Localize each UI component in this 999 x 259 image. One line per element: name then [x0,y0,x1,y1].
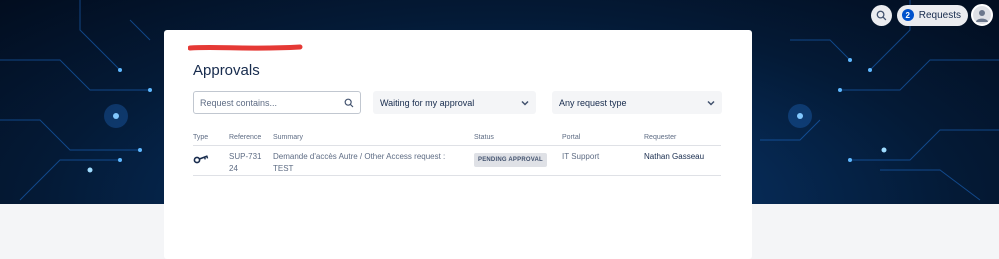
row-portal: IT Support [562,145,644,176]
page-title: Approvals [193,62,260,79]
approvals-panel: Approvals Request contains... Waiting fo… [164,30,752,259]
search-icon [344,98,354,107]
column-header-summary[interactable]: Summary [273,130,474,146]
search-icon [876,10,887,20]
approval-status-select[interactable]: Waiting for my approval [373,91,536,114]
chevron-down-icon [521,100,529,106]
table-row[interactable]: SUP-73124 Demande d'accès Autre / Other … [193,145,721,176]
row-summary[interactable]: Demande d'accès Autre / Other Access req… [273,145,474,176]
row-requester: Nathan Gasseau [644,145,721,176]
approvals-table: Type Reference Summary Status Portal Req… [193,130,721,176]
column-header-requester[interactable]: Requester [644,130,721,146]
column-header-reference[interactable]: Reference [229,130,273,146]
request-type-select[interactable]: Any request type [552,91,722,114]
global-search-button[interactable] [870,4,892,26]
top-navigation: 2 Requests [870,3,999,27]
key-icon [193,154,209,163]
request-type-value: Any request type [559,97,627,108]
row-reference[interactable]: SUP-73124 [229,145,273,176]
user-avatar-button[interactable] [971,4,993,26]
requests-count-badge: 2 [901,9,914,21]
redaction-mark [188,44,303,51]
status-badge: PENDING APPROVAL [474,152,547,167]
row-status-cell: PENDING APPROVAL [474,145,562,176]
requests-button[interactable]: 2 Requests [896,4,968,26]
user-avatar-icon [976,10,988,22]
request-search-input[interactable]: Request contains... [193,91,361,114]
column-header-type[interactable]: Type [193,130,229,146]
request-search-placeholder: Request contains... [200,97,278,108]
table-header-row: Type Reference Summary Status Portal Req… [193,130,721,146]
chevron-down-icon [707,100,715,106]
column-header-portal[interactable]: Portal [562,130,644,146]
row-type-cell [193,145,229,176]
approval-status-value: Waiting for my approval [380,97,475,108]
requests-label: Requests [918,9,961,21]
column-header-status[interactable]: Status [474,130,562,146]
